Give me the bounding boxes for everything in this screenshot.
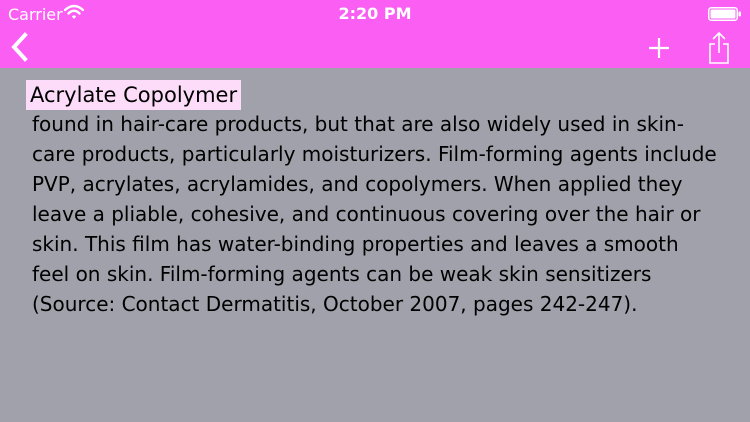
- add-button[interactable]: [646, 35, 672, 61]
- battery-full-icon: [708, 7, 741, 21]
- navigation-bar: [0, 30, 750, 68]
- status-bar: Carrier 2:20 PM: [0, 0, 750, 30]
- ingredient-title: Acrylate Copolymer: [26, 80, 242, 110]
- description-scroll-area[interactable]: found in hair-care products, but that ar…: [0, 110, 750, 422]
- app-screen: Carrier 2:20 PM Acrylate Copolymer found…: [0, 0, 750, 422]
- ingredient-description: found in hair-care products, but that ar…: [32, 112, 717, 316]
- header: Carrier 2:20 PM: [0, 0, 750, 68]
- back-button[interactable]: [8, 32, 34, 62]
- share-button[interactable]: [706, 31, 732, 65]
- status-time: 2:20 PM: [338, 4, 412, 23]
